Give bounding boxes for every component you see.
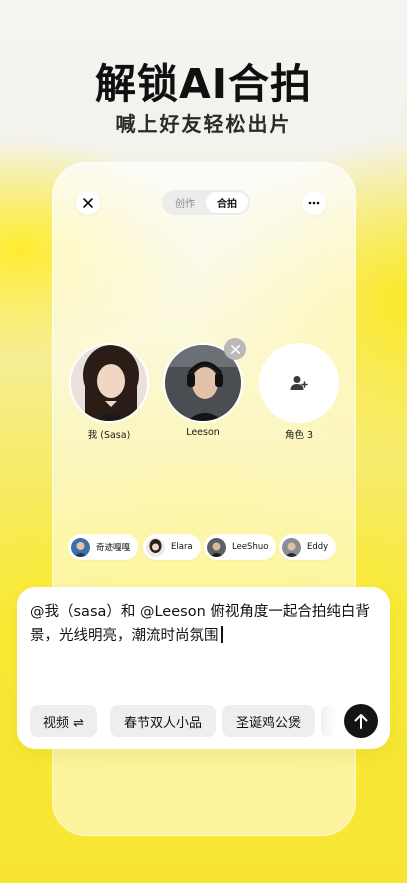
prompt-input[interactable]: @我（sasa）和 @Leeson 俯视角度一起合拍纯白背景，光线明亮，潮流时尚… [30, 600, 380, 648]
close-button[interactable] [76, 191, 100, 215]
participant-label: 角色 3 [284, 430, 314, 441]
promo-headline: 解锁AI合拍 [95, 60, 312, 108]
friend-chip[interactable]: Eddy [279, 534, 337, 560]
add-role-button[interactable] [259, 343, 339, 423]
more-button[interactable] [302, 191, 326, 215]
add-person-icon [290, 376, 308, 390]
suggestion-chip[interactable]: 春节双人小品 [110, 705, 216, 737]
friend-chip[interactable]: LeeShuo [204, 534, 277, 560]
suggestion-chip[interactable]: 圣诞鸡公煲 [222, 705, 315, 737]
friend-name: 奇迹嘎嘎 [96, 543, 131, 553]
friend-name: LeeShuo [232, 542, 269, 552]
friend-name: Eddy [307, 542, 329, 552]
participant-label: 我 (Sasa) [87, 430, 131, 441]
participant-me[interactable]: 我 (Sasa) [68, 343, 150, 441]
close-icon [230, 344, 240, 354]
text-caret [220, 626, 223, 643]
prompt-composer[interactable]: @我（sasa）和 @Leeson 俯视角度一起合拍纯白背景，光线明亮，潮流时尚… [17, 587, 390, 749]
more-horizontal-icon [308, 201, 320, 205]
promo-subheadline: 喊上好友轻松出片 [115, 112, 292, 136]
participant-label: Leeson [186, 427, 220, 438]
friend-chip[interactable]: 奇迹嘎嘎 [68, 534, 139, 560]
friend-avatar [146, 537, 165, 557]
friend-avatar [71, 537, 90, 557]
send-button[interactable] [344, 704, 378, 738]
close-icon [83, 198, 93, 208]
friend-avatar [207, 537, 226, 557]
friend-avatar [282, 537, 301, 557]
mode-toggle-button[interactable]: 视频 ⇌ [30, 705, 97, 737]
prompt-value: @我（sasa）和 @Leeson 俯视角度一起合拍纯白背景，光线明亮，潮流时尚… [30, 604, 370, 644]
avatar-sasa [69, 343, 149, 423]
participant-add-role[interactable]: 角色 3 [258, 343, 340, 441]
scroll-fade [317, 701, 343, 741]
arrow-up-icon [354, 714, 368, 729]
tab-create[interactable]: 创作 [164, 192, 206, 213]
remove-participant-button[interactable] [224, 338, 246, 360]
tab-co-shoot[interactable]: 合拍 [206, 192, 248, 213]
friend-name: Elara [171, 542, 193, 552]
friend-chip[interactable]: Elara [143, 534, 201, 560]
mode-tabs: 创作 合拍 [162, 190, 250, 215]
